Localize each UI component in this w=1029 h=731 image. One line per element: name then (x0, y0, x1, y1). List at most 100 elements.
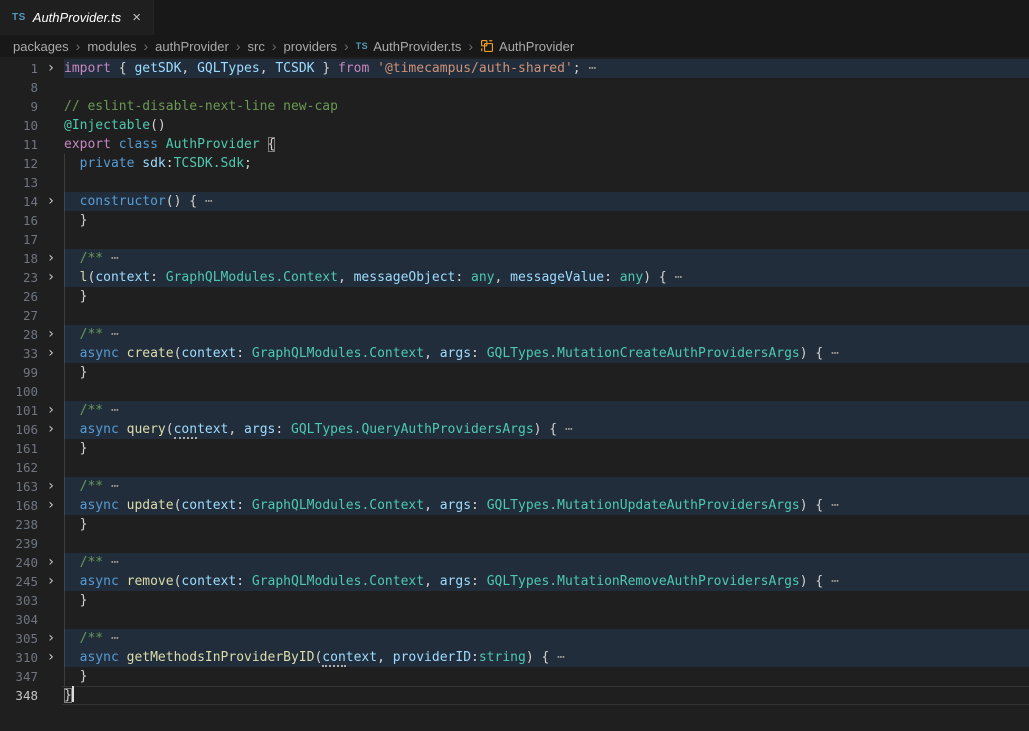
fold-chevron-icon[interactable]: › (38, 249, 64, 268)
code-token: context (181, 346, 236, 361)
code-token: ⋯ (111, 327, 119, 342)
code-token: /** (80, 403, 111, 418)
code-token: : (275, 422, 291, 437)
code-line-9[interactable]: 9// eslint-disable-next-line new-cap (0, 97, 1029, 116)
code-line-23[interactable]: 23› l(context: GraphQLModules.Context, m… (0, 268, 1029, 287)
code-line-304[interactable]: 304 (0, 610, 1029, 629)
line-number: 17 (0, 230, 38, 249)
line-number: 11 (0, 135, 38, 154)
code-line-26[interactable]: 26 } (0, 287, 1029, 306)
code-text: /** ⋯ (64, 553, 1029, 572)
code-text: } (64, 363, 1029, 382)
code-line-161[interactable]: 161 } (0, 439, 1029, 458)
fold-chevron-icon[interactable]: › (38, 344, 64, 363)
code-line-11[interactable]: 11export class AuthProvider { (0, 135, 1029, 154)
line-number: 23 (0, 268, 38, 287)
code-line-101[interactable]: 101› /** ⋯ (0, 401, 1029, 420)
code-line-99[interactable]: 99 } (0, 363, 1029, 382)
fold-chevron-icon[interactable]: › (38, 325, 64, 344)
code-line-13[interactable]: 13 (0, 173, 1029, 192)
breadcrumb-item-modules[interactable]: modules (87, 39, 136, 54)
breadcrumb-item-packages[interactable]: packages (13, 39, 69, 54)
line-number: 348 (0, 686, 38, 705)
code-token: ⋯ (111, 555, 119, 570)
code-line-303[interactable]: 303 } (0, 591, 1029, 610)
breadcrumb-item-symbol[interactable]: AuthProvider (480, 39, 574, 54)
code-text (64, 534, 1029, 553)
close-icon[interactable]: × (132, 10, 141, 25)
code-editor[interactable]: 1›import { getSDK, GQLTypes, TCSDK } fro… (0, 57, 1029, 705)
code-line-347[interactable]: 347 } (0, 667, 1029, 686)
code-line-106[interactable]: 106› async query(context, args: GQLTypes… (0, 420, 1029, 439)
fold-chevron-icon[interactable]: › (38, 648, 64, 667)
line-number: 239 (0, 534, 38, 553)
code-token (64, 251, 80, 266)
code-token: GraphQLModules.Context (252, 346, 424, 361)
code-line-238[interactable]: 238 } (0, 515, 1029, 534)
gutter: 23› (0, 268, 64, 287)
fold-chevron-icon[interactable]: › (38, 59, 64, 78)
breadcrumb-item-src[interactable]: src (248, 39, 265, 54)
gutter: 348 (0, 686, 64, 705)
tab-bar: TS AuthProvider.ts × (0, 0, 1029, 35)
code-line-10[interactable]: 10@Injectable() (0, 116, 1029, 135)
code-line-348[interactable]: 348} (0, 686, 1029, 705)
line-number: 33 (0, 344, 38, 363)
code-token: GQLTypes.QueryAuthProvidersArgs (291, 422, 534, 437)
breadcrumb-item-providers[interactable]: providers (284, 39, 337, 54)
code-token: args (440, 498, 471, 513)
code-line-28[interactable]: 28› /** ⋯ (0, 325, 1029, 344)
code-line-12[interactable]: 12 private sdk:TCSDK.Sdk; (0, 154, 1029, 173)
code-line-168[interactable]: 168› async update(context: GraphQLModule… (0, 496, 1029, 515)
code-line-163[interactable]: 163› /** ⋯ (0, 477, 1029, 496)
fold-chevron-icon[interactable]: › (38, 420, 64, 439)
line-number: 99 (0, 363, 38, 382)
fold-chevron-icon[interactable]: › (38, 572, 64, 591)
code-token: GQLTypes (197, 61, 260, 76)
line-number: 28 (0, 325, 38, 344)
code-line-245[interactable]: 245› async remove(context: GraphQLModule… (0, 572, 1029, 591)
fold-chevron-icon[interactable]: › (38, 268, 64, 287)
code-line-100[interactable]: 100 (0, 382, 1029, 401)
line-number: 310 (0, 648, 38, 667)
gutter: 303 (0, 591, 64, 610)
code-token: ⋯ (831, 498, 839, 513)
fold-chevron-icon[interactable]: › (38, 629, 64, 648)
code-line-310[interactable]: 310› async getMethodsInProviderByID(cont… (0, 648, 1029, 667)
fold-chevron-icon[interactable]: › (38, 496, 64, 515)
code-token: ⋯ (111, 631, 119, 646)
code-line-1[interactable]: 1›import { getSDK, GQLTypes, TCSDK } fro… (0, 59, 1029, 78)
chevron-right-icon: › (344, 39, 349, 53)
fold-chevron-icon[interactable]: › (38, 553, 64, 572)
code-text: @Injectable() (64, 116, 1029, 135)
code-line-27[interactable]: 27 (0, 306, 1029, 325)
fold-chevron-icon[interactable]: › (38, 192, 64, 211)
code-token: : (471, 650, 479, 665)
code-token (64, 555, 80, 570)
code-line-240[interactable]: 240› /** ⋯ (0, 553, 1029, 572)
code-line-33[interactable]: 33› async create(context: GraphQLModules… (0, 344, 1029, 363)
tab-title: AuthProvider.ts (33, 10, 121, 25)
code-token: remove (127, 574, 174, 589)
code-token: GQLTypes.MutationUpdateAuthProvidersArgs (487, 498, 800, 513)
code-line-239[interactable]: 239 (0, 534, 1029, 553)
code-line-162[interactable]: 162 (0, 458, 1029, 477)
code-line-18[interactable]: 18› /** ⋯ (0, 249, 1029, 268)
code-token: , (424, 346, 440, 361)
code-line-16[interactable]: 16 } (0, 211, 1029, 230)
fold-chevron-icon[interactable]: › (38, 477, 64, 496)
breadcrumb-item-authProvider[interactable]: authProvider (155, 39, 229, 54)
tab-authprovider[interactable]: TS AuthProvider.ts × (0, 0, 154, 35)
code-line-8[interactable]: 8 (0, 78, 1029, 97)
chevron-right-icon: › (143, 39, 148, 53)
fold-chevron-icon[interactable]: › (38, 401, 64, 420)
code-line-17[interactable]: 17 (0, 230, 1029, 249)
code-token (64, 346, 80, 361)
gutter: 1› (0, 59, 64, 78)
code-line-14[interactable]: 14› constructor() { ⋯ (0, 192, 1029, 211)
code-line-305[interactable]: 305› /** ⋯ (0, 629, 1029, 648)
breadcrumb-item-file[interactable]: TSAuthProvider.ts (356, 39, 462, 54)
code-token: ⋯ (111, 251, 119, 266)
code-token: () { (166, 194, 205, 209)
line-number: 303 (0, 591, 38, 610)
